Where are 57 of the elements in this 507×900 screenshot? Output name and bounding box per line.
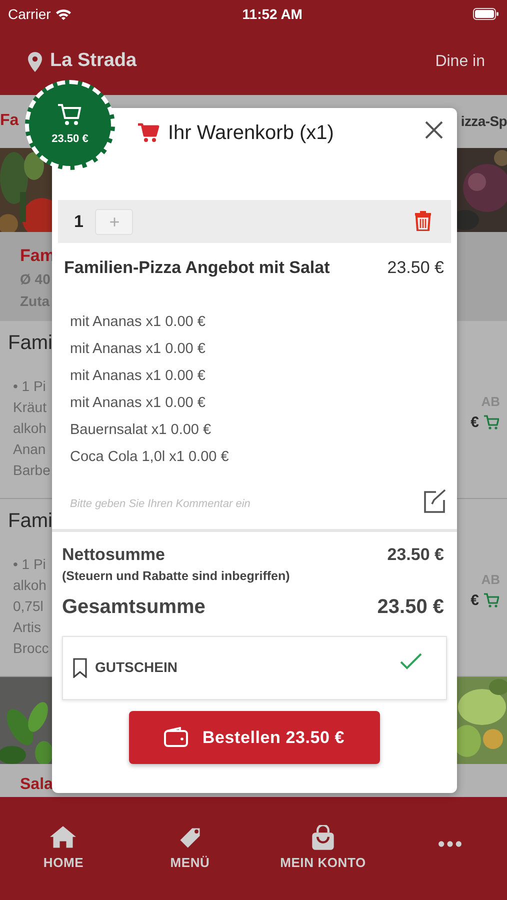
item-option: Coca Cola 1,0l x1 0.00 € (70, 444, 457, 470)
item-option: mit Ananas x1 0.00 € (70, 336, 457, 362)
item-option: mit Ananas x1 0.00 € (70, 308, 457, 336)
close-icon (425, 120, 443, 139)
grand-total-value: 23.50 € (377, 594, 444, 620)
net-total-value: 23.50 € (387, 544, 444, 566)
wallet-icon (164, 727, 188, 748)
product-description-line: • 1 Pi (12, 555, 47, 574)
item-option: Bauernsalat x1 0.00 € (70, 416, 457, 444)
product-description-line: alkoh (12, 419, 48, 438)
product-description-line: 0,75l (12, 597, 44, 616)
cart-item-price: 23.50 € (387, 257, 444, 279)
tab-bar-item[interactable]: HOME (43, 825, 84, 872)
cart-icon[interactable] (483, 593, 499, 608)
product-description-line: Brocc (12, 639, 49, 658)
home-icon (50, 825, 76, 851)
location-pin-icon (28, 52, 42, 72)
product-description-line: alkoh (12, 576, 48, 596)
category-tab[interactable]: izza-Sp (457, 110, 507, 132)
category-tab[interactable]: Fa (0, 109, 19, 134)
quantity-value: 1 (74, 210, 84, 233)
product-price: € (470, 412, 479, 433)
voucher-label: GUTSCHEIN (95, 658, 178, 678)
dialog-title: Ihr Warenkorb (x1) (168, 121, 334, 146)
service-mode[interactable]: Dine in (435, 50, 485, 74)
bag-icon (310, 825, 336, 851)
bookmark-icon (73, 658, 87, 678)
trash-icon (415, 211, 431, 232)
cart-icon (138, 123, 160, 143)
net-total-label: Nettosumme (62, 544, 165, 566)
wifi-icon (54, 8, 72, 20)
product-description-line: Anan (12, 440, 47, 460)
tax-note: (Steuern und Rabatte sind inbegriffen) (62, 569, 290, 583)
cart-icon (57, 102, 83, 127)
order-button[interactable]: Bestellen 23.50 € (129, 710, 380, 764)
cart-item-name: Familien-Pizza Angebot mit Salat (64, 257, 330, 279)
voucher-row[interactable]: GUTSCHEIN (62, 636, 447, 700)
section-title: Sala (19, 775, 53, 795)
carrier-name: Carrier (8, 4, 51, 24)
delete-button[interactable] (415, 210, 431, 234)
product-description-line: • 1 Pi (12, 377, 47, 396)
product-title: Fami (7, 331, 52, 356)
product-description-line: Kräut (12, 398, 48, 418)
product-description-line: Barbe (12, 461, 50, 480)
location-name[interactable]: La Strada (50, 47, 137, 76)
edit-icon[interactable] (423, 488, 447, 512)
product-price: € (470, 590, 479, 611)
item-option: mit Ananas x1 0.00 € (70, 362, 457, 390)
battery-icon (473, 8, 499, 20)
product-description-line: Artis (12, 618, 42, 638)
status-time: 11:52 AM (242, 4, 302, 24)
product-title: Fami (7, 509, 52, 534)
tab-bar-item[interactable]: MEIN KONTO (280, 825, 366, 872)
grand-total-label: Gesamtsumme (62, 594, 206, 620)
tab-bar-item[interactable]: MENÜ (170, 825, 210, 872)
cart-icon[interactable] (483, 415, 499, 430)
item-option: mit Ananas x1 0.00 € (70, 390, 457, 416)
